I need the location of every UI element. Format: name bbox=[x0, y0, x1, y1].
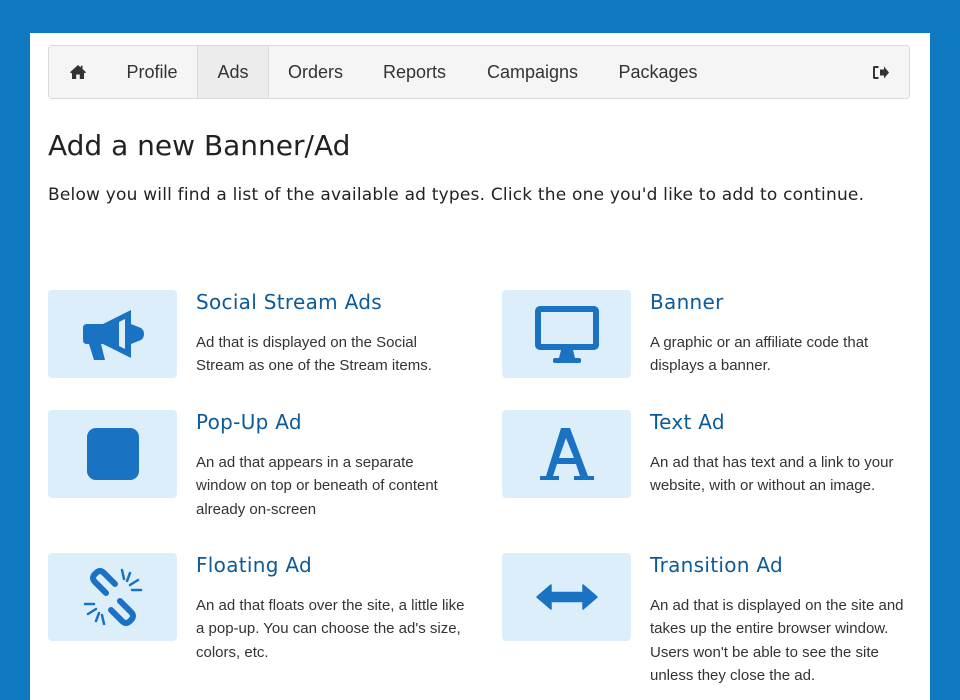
nav-item-orders[interactable]: Orders bbox=[269, 46, 362, 98]
nav-item-ads[interactable]: Ads bbox=[197, 46, 269, 98]
card-title: Pop-Up Ad bbox=[196, 410, 302, 434]
home-icon bbox=[70, 65, 86, 79]
card-title: Banner bbox=[650, 290, 724, 314]
ad-type-text[interactable]: Text Ad An ad that has text and a link t… bbox=[502, 410, 912, 510]
nav-item-label: Profile bbox=[126, 62, 178, 82]
card-icon-box bbox=[502, 553, 631, 641]
megaphone-icon bbox=[82, 310, 144, 360]
card-title: Floating Ad bbox=[196, 553, 313, 577]
font-icon bbox=[539, 428, 594, 480]
ad-type-pop-up[interactable]: Pop-Up Ad An ad that appears in a separa… bbox=[48, 410, 468, 530]
card-description: An ad that floats over the site, a littl… bbox=[196, 597, 465, 661]
card-icon-box bbox=[502, 410, 631, 498]
nav-item-packages[interactable]: Packages bbox=[598, 46, 718, 98]
card-description: A graphic or an affiliate code that disp… bbox=[650, 334, 869, 375]
card-title: Transition Ad bbox=[650, 553, 784, 577]
unlink-icon bbox=[83, 568, 142, 626]
nav-item-label: Orders bbox=[287, 62, 343, 82]
nav-item-label: Packages bbox=[618, 62, 698, 82]
ad-type-transition[interactable]: Transition Ad An ad that is displayed on… bbox=[502, 553, 912, 693]
card-title: Social Stream Ads bbox=[196, 290, 382, 314]
ad-type-social-stream[interactable]: Social Stream Ads Ad that is displayed o… bbox=[48, 290, 468, 390]
nav-item-label: Campaigns bbox=[486, 62, 579, 82]
arrows-horizontal-icon bbox=[535, 584, 598, 610]
card-icon-box bbox=[48, 410, 177, 498]
ad-type-floating[interactable]: Floating Ad An ad that floats over the s… bbox=[48, 553, 468, 663]
card-icon-box bbox=[48, 553, 177, 641]
card-description: Ad that is displayed on the Social Strea… bbox=[196, 334, 432, 375]
card-title: Text Ad bbox=[650, 410, 725, 434]
card-description: An ad that appears in a separate window … bbox=[196, 454, 438, 518]
page-intro: Below you will find a list of the availa… bbox=[48, 185, 865, 205]
nav-item-label: Reports bbox=[382, 62, 447, 82]
card-description: An ad that is displayed on the site and … bbox=[650, 597, 904, 684]
card-icon-box bbox=[48, 290, 177, 378]
nav-item-reports[interactable]: Reports bbox=[362, 46, 467, 98]
top-navbar: Profile Ads Orders Reports Campaigns Pac… bbox=[48, 45, 910, 99]
nav-item-campaigns[interactable]: Campaigns bbox=[467, 46, 598, 98]
card-description: An ad that has text and a link to your w… bbox=[650, 454, 894, 495]
nav-item-label: Ads bbox=[217, 62, 249, 82]
ad-type-banner[interactable]: Banner A graphic or an affiliate code th… bbox=[502, 290, 912, 390]
card-icon-box bbox=[502, 290, 631, 378]
sign-out-icon bbox=[873, 65, 889, 79]
nav-home[interactable] bbox=[49, 46, 107, 98]
square-icon bbox=[86, 428, 139, 480]
monitor-icon bbox=[534, 306, 599, 363]
main-panel: Profile Ads Orders Reports Campaigns Pac… bbox=[30, 33, 930, 700]
nav-item-profile[interactable]: Profile bbox=[107, 46, 197, 98]
nav-logout[interactable] bbox=[861, 46, 901, 98]
page-title: Add a new Banner/Ad bbox=[48, 129, 351, 162]
